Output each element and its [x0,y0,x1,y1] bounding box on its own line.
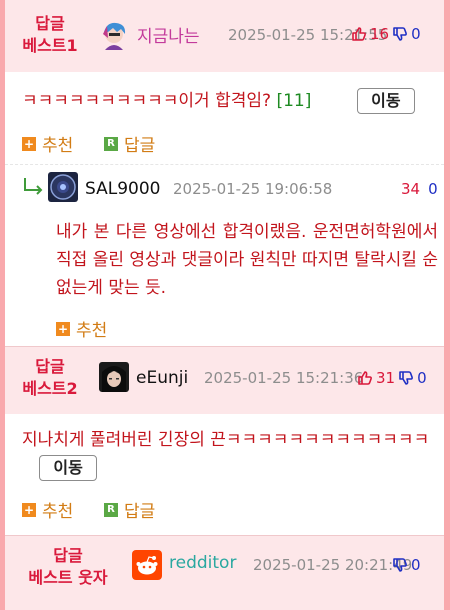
downvote-count: 0 [411,25,421,43]
best-label-1: 답글 베스트1 [22,14,78,55]
best-reply-header-2: 답글 베스트2 eEunji 2025-01-25 15:21:36 31 0 [5,347,444,414]
recommend-button[interactable]: + 추천 [56,316,107,341]
reply-button[interactable]: R 답글 [104,131,155,156]
plus-icon: + [22,502,36,517]
reply-icon: R [104,136,118,151]
reply-count: [11] [276,91,312,111]
recommend-button[interactable]: + 추천 [22,131,73,156]
best-reply-header-3: 답글 베스트 웃자 redditor 2025-01-25 20:21:49 0 [5,536,444,610]
vote-counts: 16 0 [351,25,421,43]
comment-text: 지나치게 풀려버린 긴장의 끈ㅋㅋㅋㅋㅋㅋㅋㅋㅋㅋㅋㅋㅋ 이동 [22,426,442,482]
thumbs-down-icon[interactable] [398,370,414,386]
upvote-count: 31 [376,369,396,387]
avatar[interactable] [99,362,129,392]
downvote-count: 0 [428,180,438,198]
reply-arrow-icon [22,176,44,200]
vote-counts: 0 [392,556,421,574]
downvote-count: 0 [411,556,421,574]
move-button[interactable]: 이동 [39,455,97,481]
plus-icon: + [22,136,36,151]
thumbs-down-icon[interactable] [392,26,408,42]
divider [5,164,444,165]
vote-counts: 34 0 [401,180,438,198]
nickname[interactable]: redditor [169,553,236,573]
upvote-count: 34 [401,180,421,198]
recommend-button[interactable]: + 추천 [22,497,73,522]
nickname[interactable]: 지금나는 [137,22,200,47]
move-button[interactable]: 이동 [357,88,415,114]
comment-text: 내가 본 다른 영상에선 합격이랬음. 운전면허학원에서 직접 올린 영상과 댓… [56,222,438,298]
nickname[interactable]: eEunji [136,368,188,388]
thumbs-up-icon[interactable] [357,370,373,386]
upvote-count: 16 [370,25,390,43]
post-date: 2025-01-25 20:21:49 [253,556,413,574]
reply-button[interactable]: R 답글 [104,497,155,522]
comment-list: 답글 베스트1 지금나는 2025-01-25 15:21:55 16 0 ㅋㅋ… [5,0,444,610]
avatar[interactable] [48,172,78,202]
best-label-2: 답글 베스트2 [22,357,78,398]
avatar[interactable] [99,20,129,50]
vote-counts: 31 0 [357,369,427,387]
avatar[interactable] [132,550,162,580]
post-date: 2025-01-25 15:21:36 [204,369,364,387]
downvote-count: 0 [417,369,427,387]
post-date: 2025-01-25 19:06:58 [173,180,333,198]
plus-icon: + [56,321,70,336]
best-reply-header-1: 답글 베스트1 지금나는 2025-01-25 15:21:55 16 0 [5,0,444,72]
thumbs-down-icon[interactable] [392,557,408,573]
best-label-3: 답글 베스트 웃자 [28,546,108,587]
comment-text: ㅋㅋㅋㅋㅋㅋㅋㅋㅋㅋ이거 합격임? [11] 이동 [22,87,432,115]
reply-icon: R [104,502,118,517]
nickname[interactable]: SAL9000 [85,179,160,199]
thumbs-up-icon[interactable] [351,26,367,42]
